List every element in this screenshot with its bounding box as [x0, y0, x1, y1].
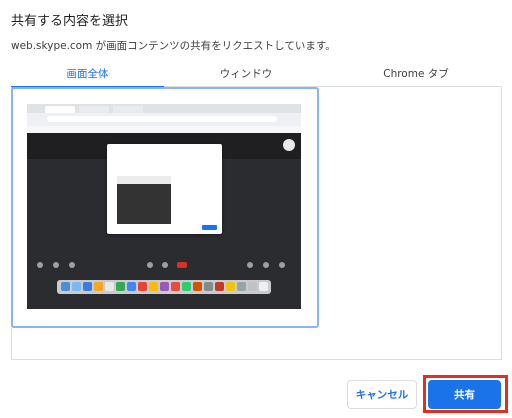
thumb-dialog-preview — [117, 176, 171, 224]
thumb-dock-icon — [116, 282, 125, 291]
thumb-call-control — [162, 262, 168, 268]
thumb-dock-icon — [149, 282, 158, 291]
tab-chrome-tab[interactable]: Chrome タブ — [331, 60, 501, 87]
thumb-dock-icon — [160, 282, 169, 291]
thumb-dock-icon — [127, 282, 136, 291]
cancel-button[interactable]: キャンセル — [347, 380, 417, 409]
thumb-dock-icon — [138, 282, 147, 291]
thumb-end-call-button — [177, 262, 187, 268]
thumb-share-dialog — [107, 144, 222, 234]
thumb-dock-icon — [204, 282, 213, 291]
screen-thumbnail — [27, 104, 301, 309]
dialog-title: 共有する内容を選択 — [11, 14, 129, 29]
thumb-dock-icon — [94, 282, 103, 291]
thumb-dock-icon — [226, 282, 235, 291]
thumb-call-control — [37, 262, 43, 268]
tab-window[interactable]: ウィンドウ — [171, 60, 321, 87]
share-button-highlight — [423, 375, 508, 413]
thumb-call-control — [247, 262, 253, 268]
thumb-call-control — [279, 262, 285, 268]
thumb-dock-icon — [237, 282, 246, 291]
thumb-dialog-preview-top — [117, 176, 171, 184]
thumb-call-control — [147, 262, 153, 268]
thumb-dock-icon — [248, 282, 257, 291]
thumb-dock-icon — [72, 282, 81, 291]
thumb-address-bar — [47, 116, 277, 122]
thumb-tab — [79, 106, 109, 113]
thumb-dock-icon — [182, 282, 191, 291]
thumb-dock-icon — [171, 282, 180, 291]
thumb-dialog-share-button — [202, 225, 217, 230]
thumb-tab — [113, 106, 143, 113]
thumb-dock-icon — [61, 282, 70, 291]
thumb-dock-icon — [193, 282, 202, 291]
thumb-dock-icon — [105, 282, 114, 291]
thumb-avatar — [283, 139, 295, 151]
thumb-call-control — [53, 262, 59, 268]
source-tabs: 画面全体 ウィンドウ Chrome タブ — [11, 60, 502, 88]
thumb-call-control — [69, 262, 75, 268]
thumb-bookmarks-bar — [27, 126, 301, 133]
thumb-tab — [45, 106, 75, 113]
thumb-dock-icon — [215, 282, 224, 291]
thumb-call-control — [263, 262, 269, 268]
thumb-dock-icon — [83, 282, 92, 291]
tab-entire-screen[interactable]: 画面全体 — [11, 60, 164, 88]
dialog-subtitle: web.skype.com が画面コンテンツの共有をリクエストしています。 — [11, 40, 336, 52]
thumb-dock-icon — [259, 282, 268, 291]
